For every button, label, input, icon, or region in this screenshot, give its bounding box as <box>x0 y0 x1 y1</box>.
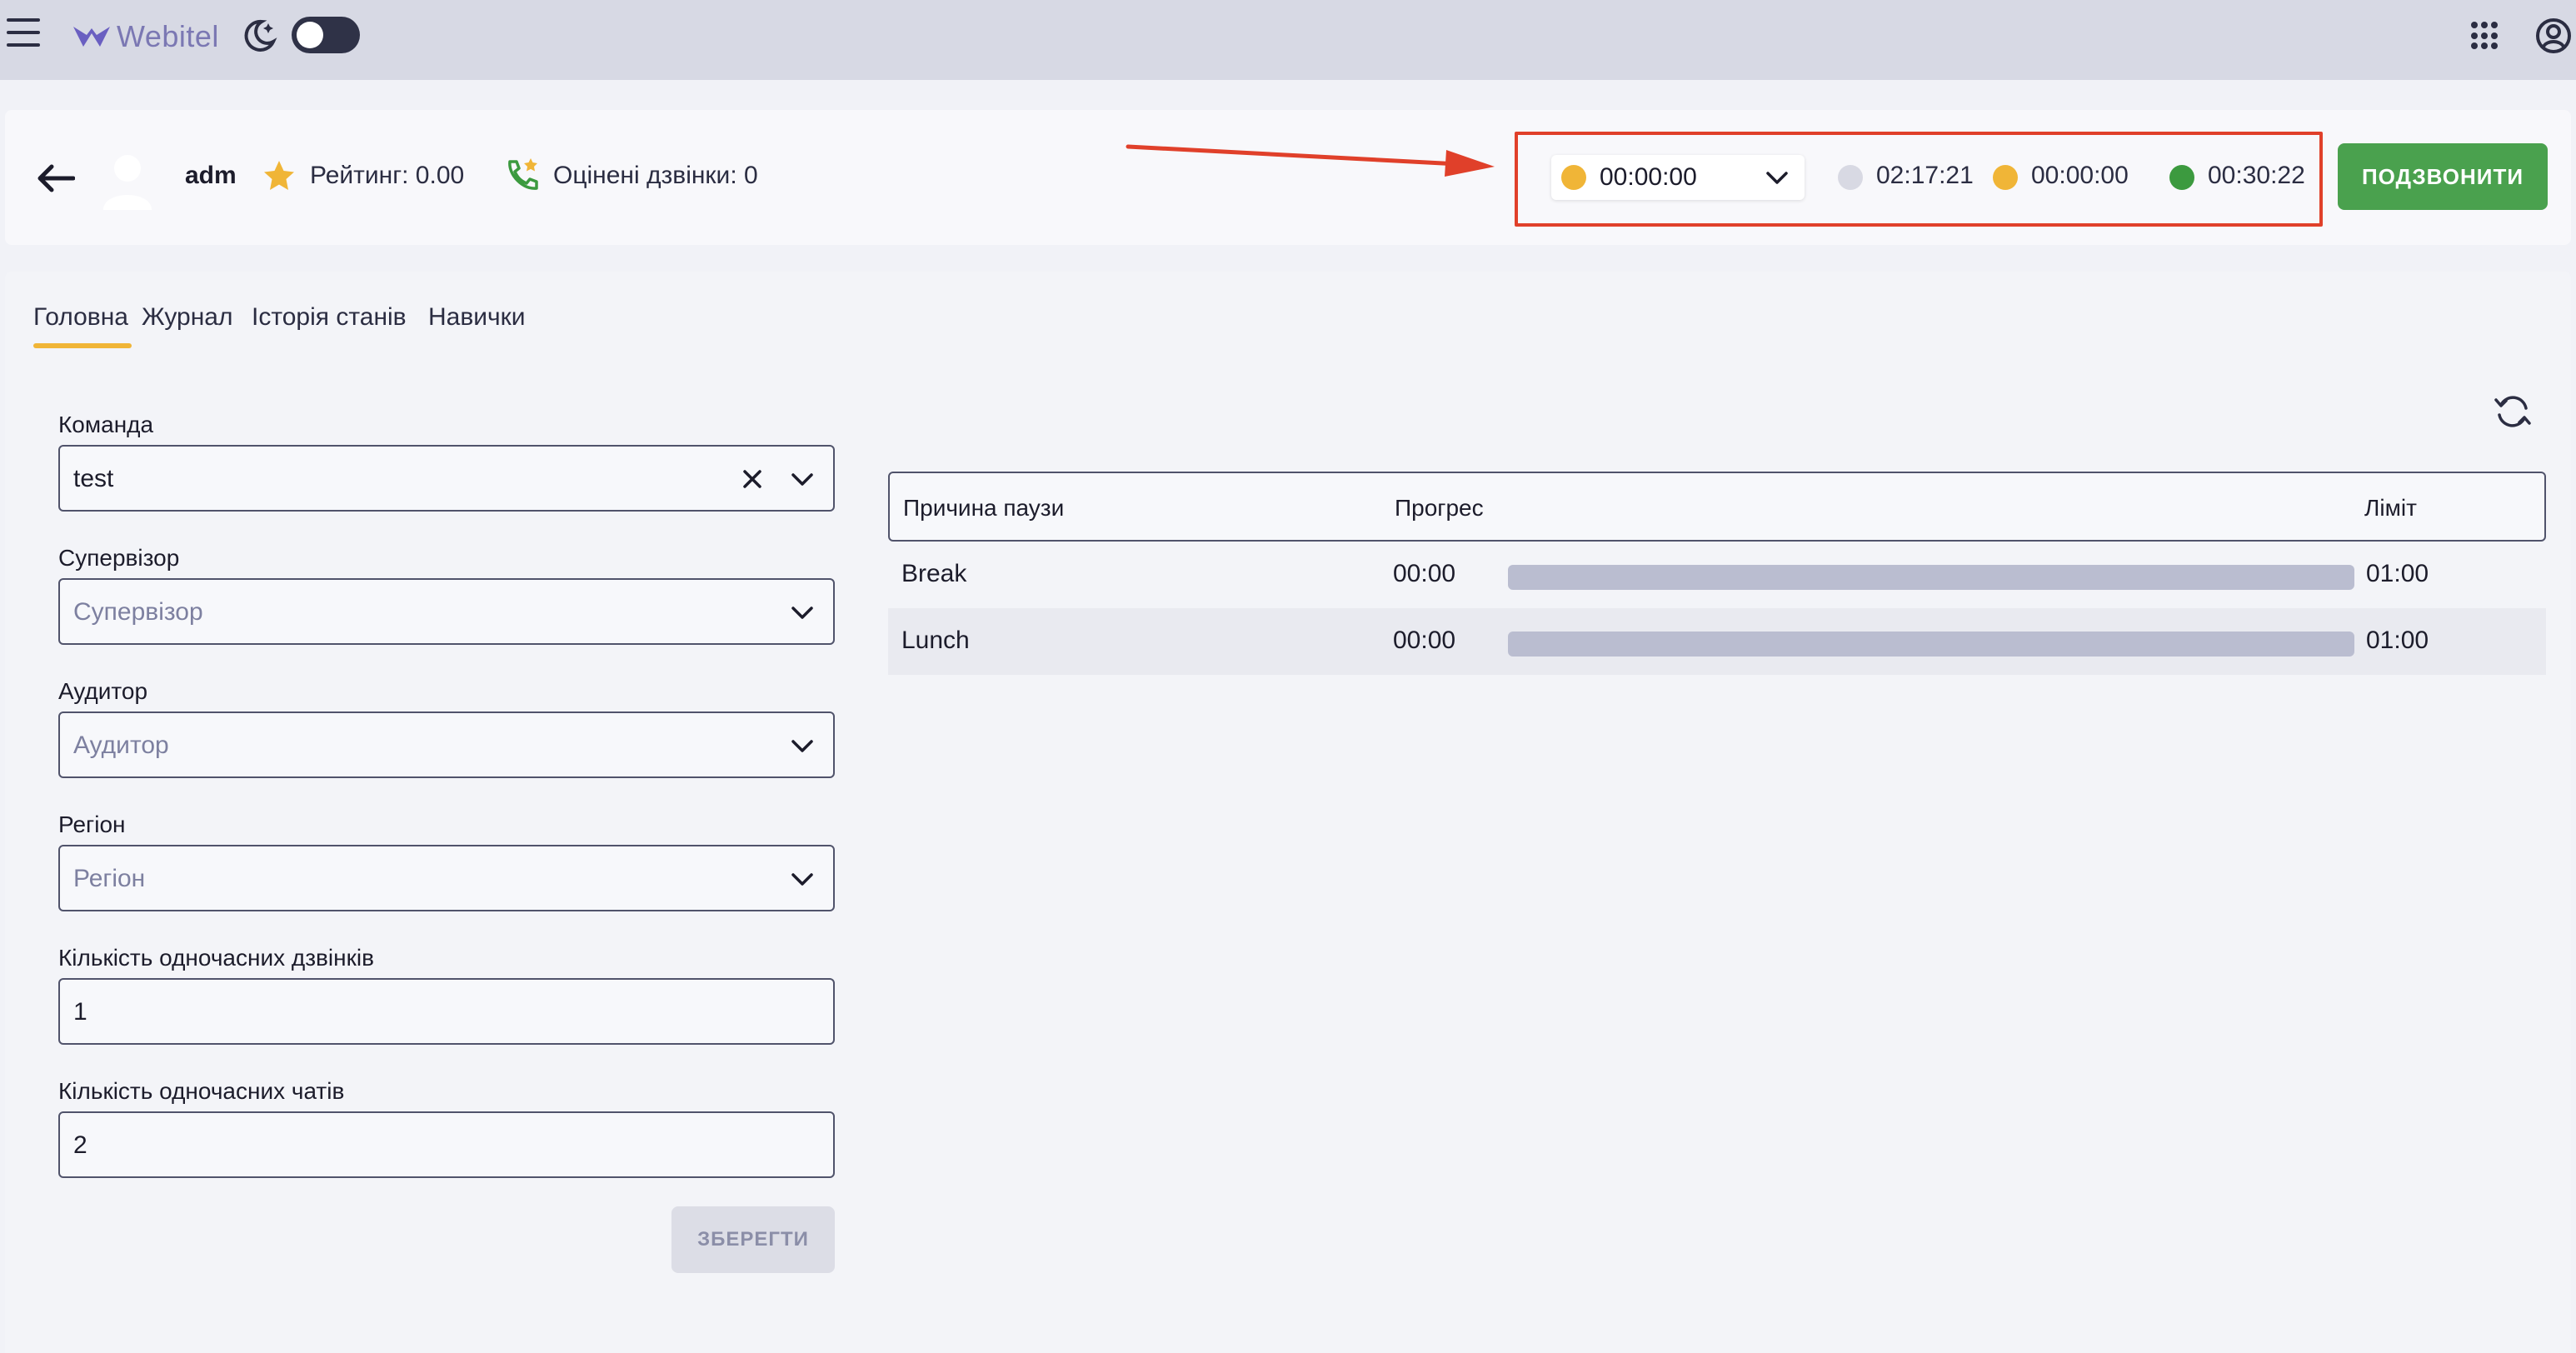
tab-journal[interactable]: Журнал <box>142 303 232 332</box>
region-label: Регіон <box>58 811 126 837</box>
agent-name: adm <box>185 162 237 189</box>
row-spent: 00:00 <box>1393 627 1456 654</box>
toggle-knob <box>297 22 323 48</box>
stat-time: 00:30:22 <box>2208 162 2305 189</box>
table-row: Lunch 00:00 01:00 <box>888 608 2546 675</box>
status-dot <box>2169 165 2194 190</box>
star-icon <box>264 161 294 190</box>
row-spent: 00:00 <box>1393 560 1456 587</box>
brand-name: Webitel <box>117 19 219 53</box>
avatar <box>103 155 152 210</box>
concurrent-chats-label: Кількість одночасних чатів <box>58 1078 345 1104</box>
status-dot <box>1561 165 1586 190</box>
row-reason: Break <box>901 560 967 587</box>
theme-toggle[interactable] <box>292 17 360 53</box>
supervisor-label: Супервізор <box>58 545 180 571</box>
supervisor-placeholder: Супервізор <box>73 598 203 626</box>
region-placeholder: Регіон <box>73 865 146 892</box>
row-limit: 01:00 <box>2366 560 2429 587</box>
active-tab-indicator <box>33 343 132 348</box>
progress-bar <box>1508 565 2354 590</box>
row-limit: 01:00 <box>2366 627 2429 654</box>
chevron-down-icon <box>1766 172 1788 184</box>
webitel-logo-icon <box>73 27 110 47</box>
apps-grid-icon[interactable] <box>2471 22 2499 50</box>
back-arrow-icon[interactable] <box>37 163 75 193</box>
status-dot <box>1838 165 1863 190</box>
moon-icon <box>244 19 277 52</box>
auditor-label: Аудитор <box>58 678 148 704</box>
status-dot <box>1993 165 2018 190</box>
annotation-arrow <box>1126 144 1495 177</box>
auditor-select[interactable]: Аудитор <box>58 711 835 778</box>
region-select[interactable]: Регіон <box>58 845 835 911</box>
clear-icon[interactable] <box>741 468 763 490</box>
table-row: Break 00:00 01:00 <box>888 542 2546 608</box>
concurrent-calls-input[interactable]: 1 <box>58 978 835 1045</box>
tab-main[interactable]: Головна <box>33 303 128 332</box>
agent-status-select[interactable]: 00:00:00 <box>1551 155 1805 200</box>
team-value: test <box>73 465 114 492</box>
pause-table-header: Причина паузи Прогрес Ліміт <box>888 472 2546 542</box>
concurrent-calls-value: 1 <box>73 998 87 1026</box>
main-panel <box>5 272 2571 1353</box>
team-label: Команда <box>58 412 154 437</box>
app-bar: Webitel <box>0 0 2576 80</box>
row-reason: Lunch <box>901 627 970 654</box>
auditor-placeholder: Аудитор <box>73 731 169 759</box>
brand-logo[interactable]: Webitel <box>72 18 219 55</box>
menu-icon[interactable] <box>7 18 43 52</box>
agent-rating: Рейтинг: 0.00 <box>310 162 465 189</box>
header-limit: Ліміт <box>2364 495 2417 521</box>
chevron-down-icon <box>791 740 813 752</box>
status-timer: 00:00:00 <box>1600 163 1697 191</box>
chevron-down-icon <box>791 873 813 886</box>
concurrent-chats-value: 2 <box>73 1131 87 1159</box>
concurrent-chats-input[interactable]: 2 <box>58 1111 835 1178</box>
call-button[interactable]: ПОДЗВОНИТИ <box>2338 143 2548 210</box>
chevron-down-icon <box>791 607 813 619</box>
header-progress: Прогрес <box>1395 495 1484 521</box>
tab-status-history[interactable]: Історія станів <box>252 303 407 332</box>
rated-calls: Оцінені дзвінки: 0 <box>553 162 758 189</box>
save-button[interactable]: ЗБЕРЕГТИ <box>671 1206 835 1273</box>
refresh-icon[interactable] <box>2493 392 2533 432</box>
concurrent-calls-label: Кількість одночасних дзвінків <box>58 945 374 971</box>
account-icon[interactable] <box>2534 17 2573 55</box>
supervisor-select[interactable]: Супервізор <box>58 578 835 645</box>
phone-star-icon <box>508 158 538 190</box>
team-select[interactable]: test <box>58 445 835 512</box>
header-reason: Причина паузи <box>903 495 1065 521</box>
stat-time: 02:17:21 <box>1876 162 1974 189</box>
stat-time: 00:00:00 <box>2031 162 2129 189</box>
chevron-down-icon <box>791 473 813 486</box>
tab-skills[interactable]: Навички <box>428 303 526 332</box>
progress-bar <box>1508 632 2354 657</box>
